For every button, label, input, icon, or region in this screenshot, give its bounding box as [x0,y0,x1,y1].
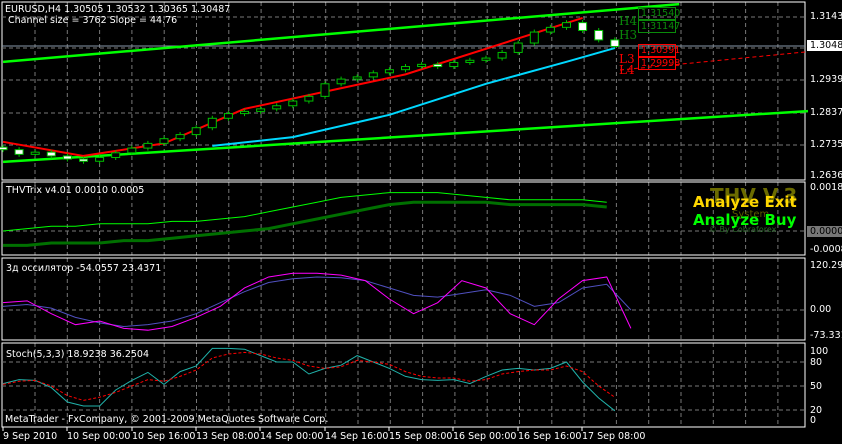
channel-lower-line [2,109,809,164]
level-box-l4: 1.29998 [638,57,680,70]
stoch-axis-label: 0 [810,415,817,426]
price-label: 1.27350 [810,139,842,150]
price-label: 1.28370 [810,107,842,118]
time-label: 13 Sep 08:00 [196,431,260,442]
osc-line-a [2,272,632,331]
candle-body [368,72,378,78]
symbol-info: EURUSD,H4 1.30505 1.30532 1.30365 1.3048… [5,4,231,15]
signal-exit: Analyze Exit [693,193,797,211]
time-label: 10 Sep 00:00 [67,431,131,442]
price-label: 1.26360 [810,170,842,181]
channel-info: Channel size = 3762 Slope = 44.76 [8,15,178,26]
candle-body [320,83,330,97]
stoch-title: Stoch(5,3,3) 18.9238 36.2504 [6,349,150,360]
osc-axis-label: -73.3315 [810,330,842,341]
candle-body [46,151,56,157]
candle-body [513,42,523,53]
candle-body [352,76,362,80]
candle-body [191,127,201,136]
candle-body [545,26,555,33]
moving-average-line [212,47,616,147]
copyright: MetaTrader - FxCompany, © 2001-2009 Meta… [5,414,329,425]
time-label: 14 Sep 00:00 [260,431,324,442]
time-label: 14 Sep 16:00 [325,431,389,442]
price-label: 1.31430 [810,11,842,22]
osc-axis-label: 0.00 [810,304,832,315]
trix-title: THVTrix v4.01 0.0010 0.0005 [6,185,145,196]
time-label: 15 Sep 08:00 [389,431,453,442]
time-label: 17 Sep 08:00 [582,431,646,442]
stoch-axis-label: 100 [810,346,829,357]
trend-line [2,16,583,157]
osc-axis-label: 120.294 [810,260,842,271]
candle-body [0,146,8,151]
trix-slow-line [3,200,607,247]
current-price-label: 1.30487 [807,40,842,51]
stoch-axis-label: 80 [810,357,823,368]
candle-body [62,155,72,160]
candle-body [240,110,249,115]
level-box-l3: 1.30391 [638,44,680,57]
candle-body [175,134,185,140]
time-label: 16 Sep 16:00 [518,431,582,442]
trix-fast-line [2,192,607,232]
trix-axis-label: 0.0018 [810,182,842,193]
level-box-h3: 1.31147 [638,20,680,33]
candle-body [449,61,459,68]
candle-body [79,158,88,162]
candle-body [433,63,443,68]
candle-body [304,95,314,102]
candle-body [417,63,427,68]
osc-line-b [2,276,632,328]
price-label: 1.29390 [810,74,842,85]
candle-body [497,51,507,59]
candle-body [143,142,153,149]
candle-body [384,69,394,74]
osc-title: 3д оссилятор -54.0557 23.4371 [6,263,162,274]
trix-axis-label: -0.0008 [810,244,842,255]
candle-body [465,59,475,63]
candle-body [594,29,604,41]
candle-body [562,22,571,28]
stoch-axis-label: 50 [810,381,823,392]
candle-body [401,66,410,71]
candle-body [207,117,217,129]
time-label: 16 Sep 00:00 [453,431,517,442]
level-label-h3: H3 [619,28,638,42]
candle-body [529,31,539,44]
candle-body [610,39,620,47]
signal-buy: Analyze Buy [693,211,797,229]
candle-body [288,100,298,107]
candle-body [95,156,105,162]
time-label: 9 Sep 2010 [3,431,58,442]
candle-body [336,78,346,85]
candle-body [578,22,588,31]
candle-body [111,152,121,158]
time-label: 10 Sep 16:00 [132,431,196,442]
candle-body [223,113,233,119]
level-label-l4: L4 [619,63,635,77]
trix-zero-label: 0.0000 [807,226,842,237]
level-box-h4: 1.31540 [638,7,680,20]
candle-body [159,138,169,144]
candle-body [127,147,137,154]
candle-body [481,57,491,61]
candle-body [30,151,40,155]
candle-body [256,108,266,112]
candle-body [272,105,282,110]
level-label-h4: H4 [619,14,638,28]
candle-body [14,149,24,155]
